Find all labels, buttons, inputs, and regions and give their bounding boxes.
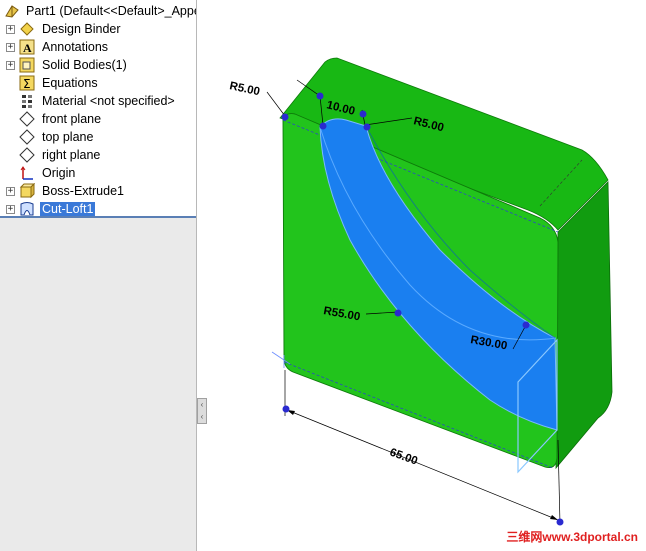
feature-manager-tree: Part1 (Default<<Default>_Appe + Design B… <box>0 0 197 551</box>
dimension-r-top-left[interactable]: R5.00 <box>228 80 261 98</box>
equations-icon: Σ <box>19 75 35 91</box>
model-view: R5.00 10.00 R5.00 R55.00 R30.00 65.00 <box>228 57 613 526</box>
design-binder-icon <box>19 21 35 37</box>
svg-text:A: A <box>23 41 32 55</box>
tree-item-label: front plane <box>42 112 102 126</box>
tree-item-label: Annotations <box>42 40 109 54</box>
tree-item-solid-bodies[interactable]: + Solid Bodies(1) <box>0 56 129 74</box>
sketch-point <box>316 92 324 100</box>
sketch-point <box>522 321 530 329</box>
sketch-point <box>363 123 371 131</box>
plane-icon <box>19 129 35 145</box>
annotations-icon: A <box>19 39 35 55</box>
tree-item-label: Design Binder <box>42 22 121 36</box>
tree-item-label: right plane <box>42 148 101 162</box>
expand-icon[interactable]: + <box>6 42 15 52</box>
panel-splitter-handle[interactable]: ‹ ‹ <box>197 398 207 424</box>
sketch-point <box>281 113 289 121</box>
expand-icon[interactable]: + <box>6 24 15 34</box>
tree-item-boss-extrude1[interactable]: + Boss-Extrude1 <box>0 182 126 200</box>
cut-loft-icon <box>19 201 35 217</box>
tree-item-right-plane[interactable]: right plane <box>0 146 102 164</box>
sketch-point <box>359 110 367 118</box>
svg-text:Σ: Σ <box>23 77 31 91</box>
tree-item-label: Boss-Extrude1 <box>42 184 124 198</box>
tree-item-top-plane[interactable]: top plane <box>0 128 95 146</box>
sketch-point <box>556 518 564 526</box>
tree-item-label: Part1 (Default<<Default>_Appe <box>26 4 197 18</box>
expand-icon[interactable]: + <box>6 204 15 214</box>
tree-panel-empty-area <box>0 216 196 551</box>
tree-item-design-binder[interactable]: + Design Binder <box>0 20 123 38</box>
plane-icon <box>19 147 35 163</box>
sketch-point <box>319 122 327 130</box>
tree-item-equations[interactable]: Σ Equations <box>0 74 100 92</box>
tree-item-label: Cut-Loft1 <box>40 202 96 216</box>
part-icon <box>4 3 20 19</box>
tree-item-label: top plane <box>42 130 94 144</box>
tree-item-part[interactable]: Part1 (Default<<Default>_Appe <box>0 2 197 20</box>
plane-icon <box>19 111 35 127</box>
tree-item-label: Solid Bodies(1) <box>42 58 127 72</box>
sketch-point <box>282 405 290 413</box>
tree-item-origin[interactable]: Origin <box>0 164 77 182</box>
watermark-text: 三维网www.3dportal.cn <box>506 530 638 544</box>
boss-extrude-icon <box>19 182 36 199</box>
tree-item-annotations[interactable]: + A Annotations <box>0 38 110 56</box>
sketch-point <box>394 309 402 317</box>
body-side-face <box>555 181 613 470</box>
origin-icon <box>19 165 35 181</box>
graphics-viewport[interactable]: R5.00 10.00 R5.00 R55.00 R30.00 65.00 三维… <box>207 0 646 551</box>
tree-item-label: Equations <box>42 76 98 90</box>
expand-icon[interactable]: + <box>6 60 15 70</box>
tree-item-label: Origin <box>42 166 76 180</box>
material-icon <box>19 93 35 109</box>
tree-item-label: Material <not specified> <box>42 94 175 108</box>
dimension-length-bottom[interactable]: 65.00 <box>388 447 419 468</box>
tree-item-front-plane[interactable]: front plane <box>0 110 103 128</box>
solid-bodies-icon <box>19 57 35 73</box>
expand-icon[interactable]: + <box>6 186 15 196</box>
tree-item-material[interactable]: Material <not specified> <box>0 92 177 110</box>
